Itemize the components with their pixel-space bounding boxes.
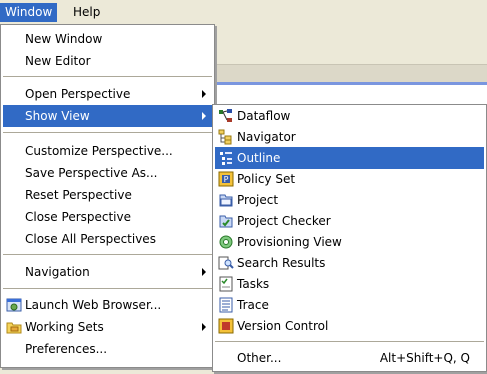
view-item-trace[interactable]: Trace	[215, 294, 484, 316]
project-checker-icon	[219, 215, 233, 228]
menu-item-close-perspective[interactable]: Close Perspective	[3, 206, 212, 228]
view-item-outline[interactable]: Outline	[215, 147, 484, 169]
menu-item-close-all-perspectives[interactable]: Close All Perspectives	[3, 228, 212, 250]
navigator-icon	[218, 129, 232, 145]
version-control-icon	[218, 318, 234, 334]
project-icon	[219, 194, 233, 207]
menu-item-open-perspective[interactable]: Open Perspective	[3, 83, 212, 105]
view-item-project-checker[interactable]: Project Checker	[215, 210, 484, 232]
search-results-icon	[218, 256, 234, 270]
menu-item-reset-perspective[interactable]: Reset Perspective	[3, 184, 212, 206]
provisioning-view-icon	[219, 235, 233, 249]
svg-text:P: P	[224, 175, 229, 184]
trace-icon	[219, 297, 233, 313]
menu-separator	[3, 132, 212, 133]
policy-set-icon: P	[218, 171, 234, 187]
submenu-arrow-icon	[202, 112, 206, 120]
menu-help[interactable]: Help	[68, 3, 105, 22]
menu-item-preferences[interactable]: Preferences...	[3, 338, 212, 360]
view-item-search-results[interactable]: Search Results	[215, 252, 484, 274]
web-browser-icon	[6, 298, 22, 312]
view-item-project[interactable]: Project	[215, 189, 484, 211]
menu-item-save-perspective-as[interactable]: Save Perspective As...	[3, 162, 212, 184]
menu-item-show-view[interactable]: Show View	[3, 105, 212, 127]
submenu-arrow-icon	[202, 323, 206, 331]
view-item-navigator[interactable]: Navigator	[215, 126, 484, 148]
menu-item-working-sets[interactable]: Working Sets	[3, 316, 212, 338]
view-item-policy-set[interactable]: P Policy Set	[215, 168, 484, 190]
view-tab-band	[215, 64, 487, 83]
show-view-submenu: Dataflow Navigator Outline P Policy Set	[212, 104, 487, 372]
menu-item-navigation[interactable]: Navigation	[3, 261, 212, 283]
menu-window[interactable]: Window	[0, 3, 58, 22]
view-item-other[interactable]: Other... Alt+Shift+Q, Q	[215, 347, 484, 369]
dataflow-icon	[219, 109, 232, 122]
view-item-provisioning-view[interactable]: Provisioning View	[215, 231, 484, 253]
working-sets-icon	[6, 322, 22, 334]
shortcut-label: Alt+Shift+Q, Q	[379, 351, 470, 365]
outline-icon	[220, 152, 232, 165]
view-item-dataflow[interactable]: Dataflow	[215, 105, 484, 127]
menu-item-new-window[interactable]: New Window	[3, 28, 212, 50]
menu-bar: Window Help	[0, 0, 487, 25]
submenu-arrow-icon	[202, 90, 206, 98]
tasks-icon	[219, 276, 233, 292]
window-menu: New Window New Editor Open Perspective S…	[0, 24, 215, 368]
view-item-version-control[interactable]: Version Control	[215, 315, 484, 337]
menu-item-new-editor[interactable]: New Editor	[3, 50, 212, 72]
menu-separator	[215, 341, 484, 342]
menu-item-launch-web-browser[interactable]: Launch Web Browser...	[3, 294, 212, 316]
menu-item-customize-perspective[interactable]: Customize Perspective...	[3, 140, 212, 162]
toolbar-area	[215, 24, 487, 64]
view-item-tasks[interactable]: Tasks	[215, 273, 484, 295]
menu-separator	[3, 76, 212, 77]
menu-separator	[3, 254, 212, 255]
menu-separator	[3, 288, 212, 289]
submenu-arrow-icon	[202, 268, 206, 276]
